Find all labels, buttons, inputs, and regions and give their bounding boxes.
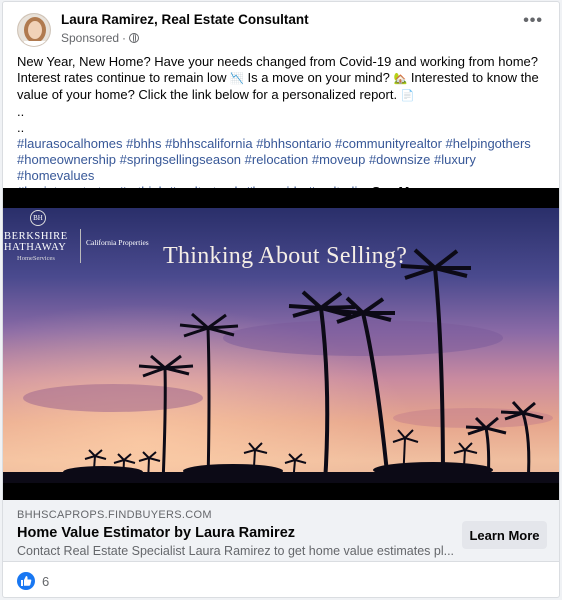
- dots-line-1: ..: [17, 104, 25, 119]
- sponsored-post: Laura Ramirez, Real Estate Consultant Sp…: [2, 1, 560, 598]
- reaction-count[interactable]: 6: [42, 574, 49, 589]
- reactions-summary[interactable]: 6: [17, 572, 49, 590]
- chart-down-icon: 📉: [230, 73, 244, 85]
- body-line-1: New Year, New Home? Have your needs chan…: [17, 54, 538, 69]
- dots-line-2: ..: [17, 120, 25, 135]
- logo-wordmark: BERKSHIRE HATHAWAY: [4, 231, 68, 253]
- body-line-2: Interest rates continue to remain low 📉 …: [17, 70, 539, 85]
- author-avatar[interactable]: [17, 13, 51, 47]
- globe-icon: [129, 33, 140, 43]
- like-icon: [17, 572, 35, 590]
- image-headline: Thinking About Selling?: [163, 243, 408, 269]
- logo-subtitle: HomeServices: [17, 255, 55, 262]
- ad-link-footer[interactable]: BHHSCAPROPS.FINDBUYERS.COM Home Value Es…: [3, 500, 559, 562]
- body-line-3: value of your home? Click the link below…: [17, 87, 415, 102]
- house-icon: 🏡: [393, 73, 408, 85]
- ad-description: Contact Real Estate Specialist Laura Ram…: [17, 544, 455, 558]
- logo-divider: [80, 229, 81, 263]
- logo-region: California Properties: [86, 238, 149, 247]
- logo-seal: BH: [30, 210, 46, 226]
- document-icon: 📄: [400, 90, 415, 102]
- ad-title[interactable]: Home Value Estimator by Laura Ramirez: [17, 525, 295, 541]
- hashtags-line-2[interactable]: #homeownership #springsellingseason #rel…: [17, 152, 551, 184]
- more-dots-icon[interactable]: •••: [523, 12, 543, 30]
- brokerage-logo: BH BERKSHIRE HATHAWAY HomeServices Calif…: [3, 208, 163, 263]
- sponsored-label: Sponsored ·: [61, 31, 140, 45]
- author-name[interactable]: Laura Ramirez, Real Estate Consultant: [61, 12, 309, 27]
- ad-image[interactable]: BH BERKSHIRE HATHAWAY HomeServices Calif…: [3, 188, 559, 500]
- post-header: Laura Ramirez, Real Estate Consultant Sp…: [3, 2, 559, 52]
- post-text: New Year, New Home? Have your needs chan…: [17, 54, 551, 200]
- learn-more-button[interactable]: Learn More: [462, 521, 547, 549]
- ad-domain: BHHSCAPROPS.FINDBUYERS.COM: [17, 509, 212, 521]
- hashtags-line-1[interactable]: #laurasocalhomes #bhhs #bhhscalifornia #…: [17, 136, 551, 152]
- sponsored-text[interactable]: Sponsored: [61, 31, 119, 45]
